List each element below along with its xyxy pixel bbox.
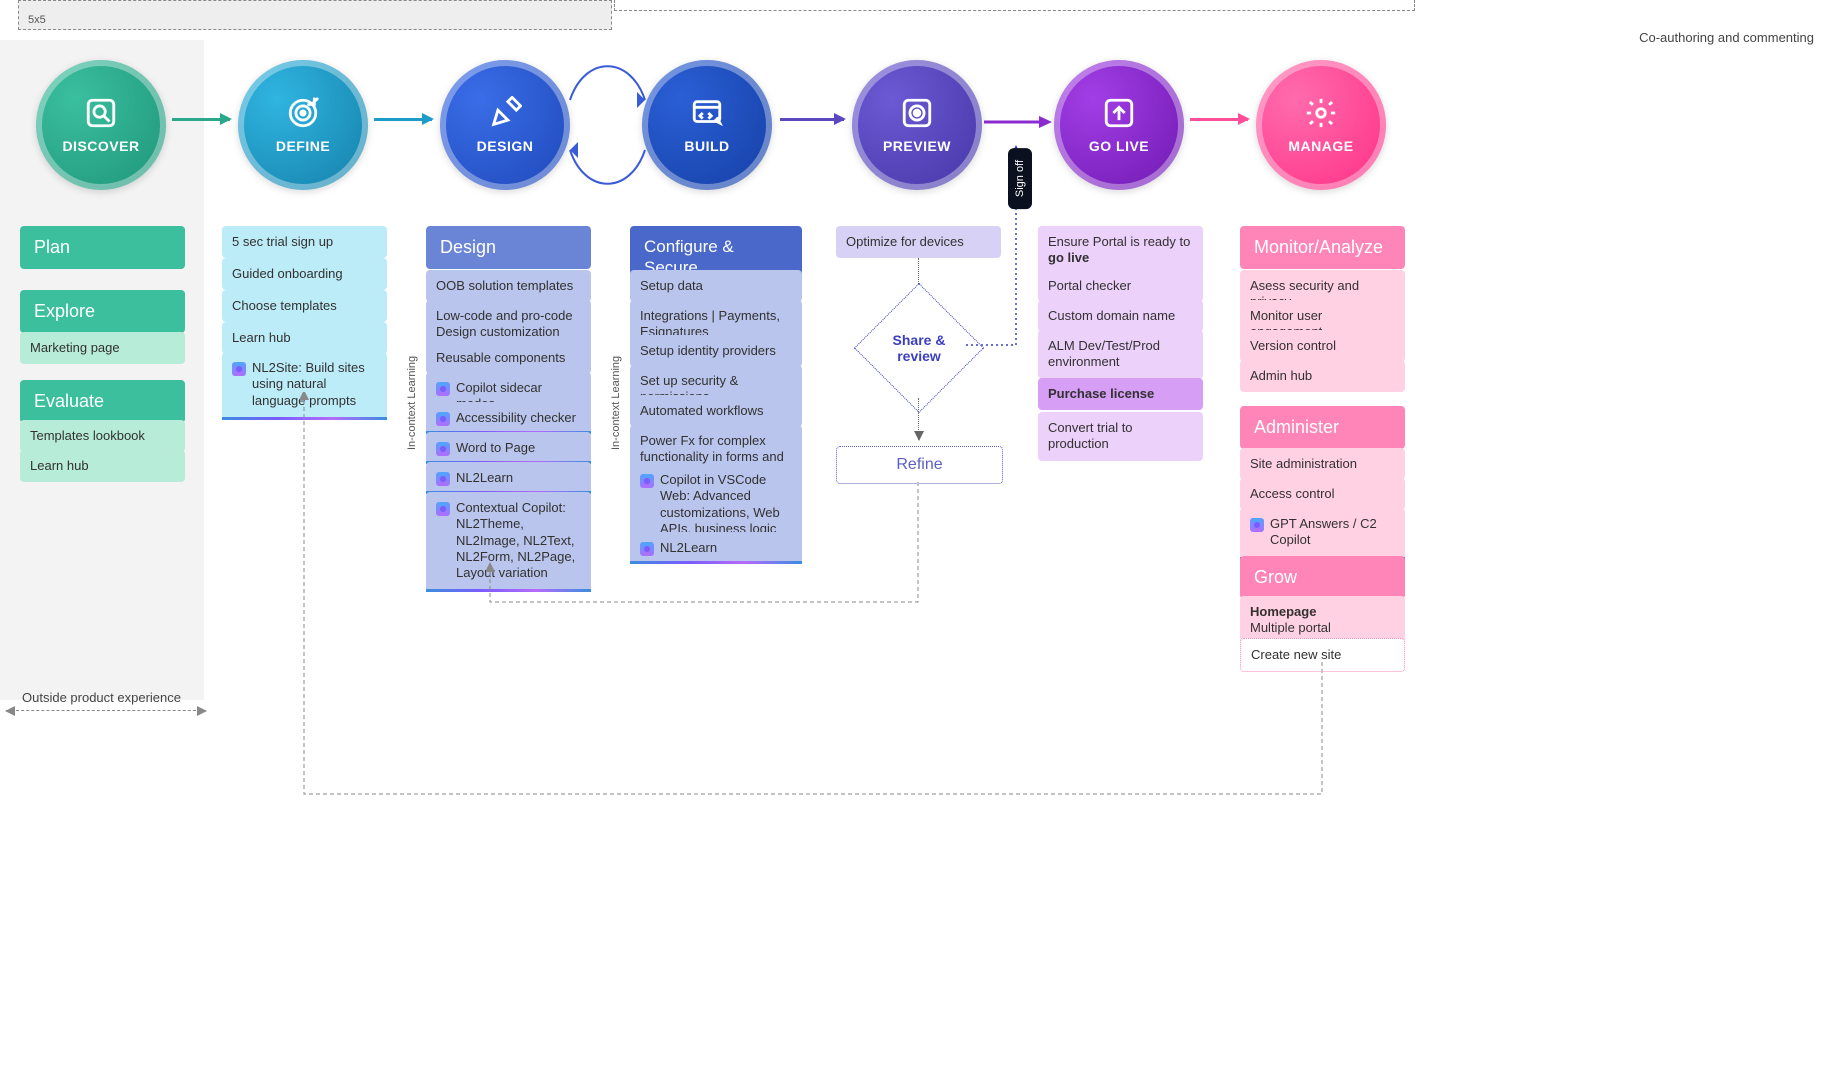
stage-define: DEFINE <box>238 60 368 190</box>
header-monitor: Monitor/Analyze <box>1240 226 1405 269</box>
stage-build: BUILD <box>642 60 772 190</box>
sparkle-icon <box>232 362 246 376</box>
stage-label: GO LIVE <box>1089 138 1149 154</box>
item-learn-hub-discover: Learn hub <box>20 450 185 482</box>
header-explore: Explore <box>20 290 185 333</box>
code-browser-icon <box>690 96 724 130</box>
item-learn-hub-define: Learn hub <box>222 322 387 354</box>
item-marketing-page: Marketing page <box>20 332 185 364</box>
item-identity-providers: Setup identity providers <box>630 335 802 367</box>
item-trial-signup: 5 sec trial sign up <box>222 226 387 258</box>
stage-preview: PREVIEW <box>852 60 982 190</box>
upload-icon <box>1102 96 1136 130</box>
arrow-discover-define <box>172 118 230 121</box>
target-icon <box>286 96 320 130</box>
item-reusable-components: Reusable components <box>426 342 591 374</box>
stage-manage: MANAGE <box>1256 60 1386 190</box>
preview-icon <box>900 96 934 130</box>
item-custom-domain: Custom domain name <box>1038 300 1203 332</box>
item-guided-onboarding: Guided onboarding <box>222 258 387 290</box>
stage-label: BUILD <box>684 138 729 154</box>
item-ensure-ready: Ensure Portal is ready to go live <box>1038 226 1203 275</box>
grid-size-label: 5x5 <box>28 14 46 26</box>
item-templates-lookbook: Templates lookbook <box>20 420 185 452</box>
text: Ensure Portal is ready to <box>1048 234 1190 249</box>
arrow-preview-golive <box>984 112 1052 132</box>
selection-box-2 <box>614 0 1415 11</box>
header-plan: Plan <box>20 226 185 269</box>
badge-signoff: Sign off <box>1008 148 1032 209</box>
item-oob-templates: OOB solution templates <box>426 270 591 302</box>
stage-golive: GO LIVE <box>1054 60 1184 190</box>
item-alm-environments: ALM Dev/Test/Prod environment <box>1038 330 1203 379</box>
outside-span <box>6 710 206 711</box>
pencil-ruler-icon <box>488 96 522 130</box>
search-icon <box>84 96 118 130</box>
stage-label: PREVIEW <box>883 138 951 154</box>
gear-icon <box>1304 96 1338 130</box>
stage-design: DESIGN <box>440 60 570 190</box>
arrow-golive-manage <box>1190 118 1248 121</box>
item-choose-templates: Choose templates <box>222 290 387 322</box>
outside-label: Outside product experience <box>22 690 181 705</box>
header-evaluate: Evaluate <box>20 380 185 423</box>
arrow-build-preview <box>780 118 844 121</box>
stage-label: MANAGE <box>1288 138 1353 154</box>
stage-discover: DISCOVER <box>36 60 166 190</box>
loop-design-build <box>565 50 650 200</box>
item-admin-hub: Admin hub <box>1240 360 1405 392</box>
loop-manage-define <box>300 392 1328 802</box>
item-setup-data: Setup data <box>630 270 802 302</box>
diamond-label: Share & review <box>874 332 964 364</box>
item-portal-checker: Portal checker <box>1038 270 1203 302</box>
header-design: Design <box>426 226 591 269</box>
selection-box <box>18 0 612 30</box>
arrow-define-design <box>374 118 432 121</box>
stage-label: DEFINE <box>276 138 330 154</box>
stage-label: DISCOVER <box>62 138 139 154</box>
coauthoring-label: Co-authoring and commenting <box>1639 30 1814 45</box>
item-version-control: Version control <box>1240 330 1405 362</box>
stage-label: DESIGN <box>477 138 534 154</box>
text-bold: go live <box>1048 250 1089 265</box>
